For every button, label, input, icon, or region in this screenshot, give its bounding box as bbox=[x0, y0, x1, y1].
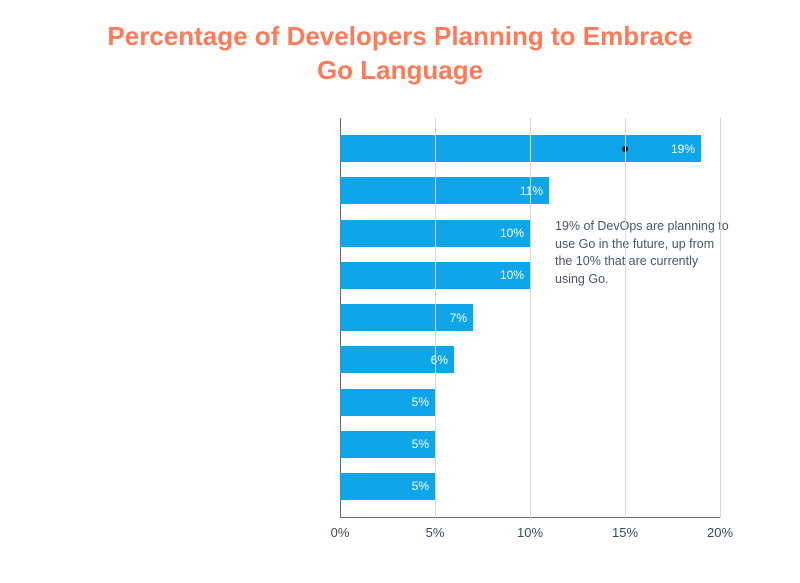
bar: 5% bbox=[340, 389, 435, 416]
grid-line bbox=[435, 118, 436, 518]
grid-line bbox=[530, 118, 531, 518]
bar: 7% bbox=[340, 304, 473, 331]
x-tick-label: 20% bbox=[707, 525, 733, 540]
bar: 19% bbox=[340, 135, 701, 162]
chart-area: 19% 11% 10% 10% 7% 6% 5% 5% 5% 19% of DevOps are… bbox=[30, 118, 770, 548]
bar-value-label: 10% bbox=[500, 226, 524, 240]
bar: 6% bbox=[340, 346, 454, 373]
chart-container: Percentage of Developers Planning to Emb… bbox=[0, 0, 800, 583]
grid-line bbox=[720, 118, 721, 518]
bar-value-label: 11% bbox=[520, 184, 543, 198]
x-tick-label: 5% bbox=[426, 525, 445, 540]
annotation-text: 19% of DevOps are planning to use Go in … bbox=[555, 218, 730, 288]
bar-value-label: 10% bbox=[500, 268, 524, 282]
bar-value-label: 19% bbox=[671, 142, 695, 156]
x-tick-label: 15% bbox=[612, 525, 638, 540]
bar: 11% bbox=[340, 177, 549, 204]
plot: 19%11%10%10%7%6%5%5%5% 19% of DevOps are… bbox=[340, 118, 720, 518]
x-tick-label: 0% bbox=[331, 525, 350, 540]
chart-title: Percentage of Developers Planning to Emb… bbox=[100, 20, 700, 88]
bar-value-label: 5% bbox=[412, 437, 429, 451]
bar-value-label: 6% bbox=[431, 353, 448, 367]
bar-value-label: 7% bbox=[450, 311, 467, 325]
bar-value-label: 5% bbox=[412, 479, 429, 493]
bar: 5% bbox=[340, 431, 435, 458]
grid-line bbox=[625, 118, 626, 518]
bar-value-label: 5% bbox=[412, 395, 429, 409]
bar: 5% bbox=[340, 473, 435, 500]
x-tick-label: 10% bbox=[517, 525, 543, 540]
